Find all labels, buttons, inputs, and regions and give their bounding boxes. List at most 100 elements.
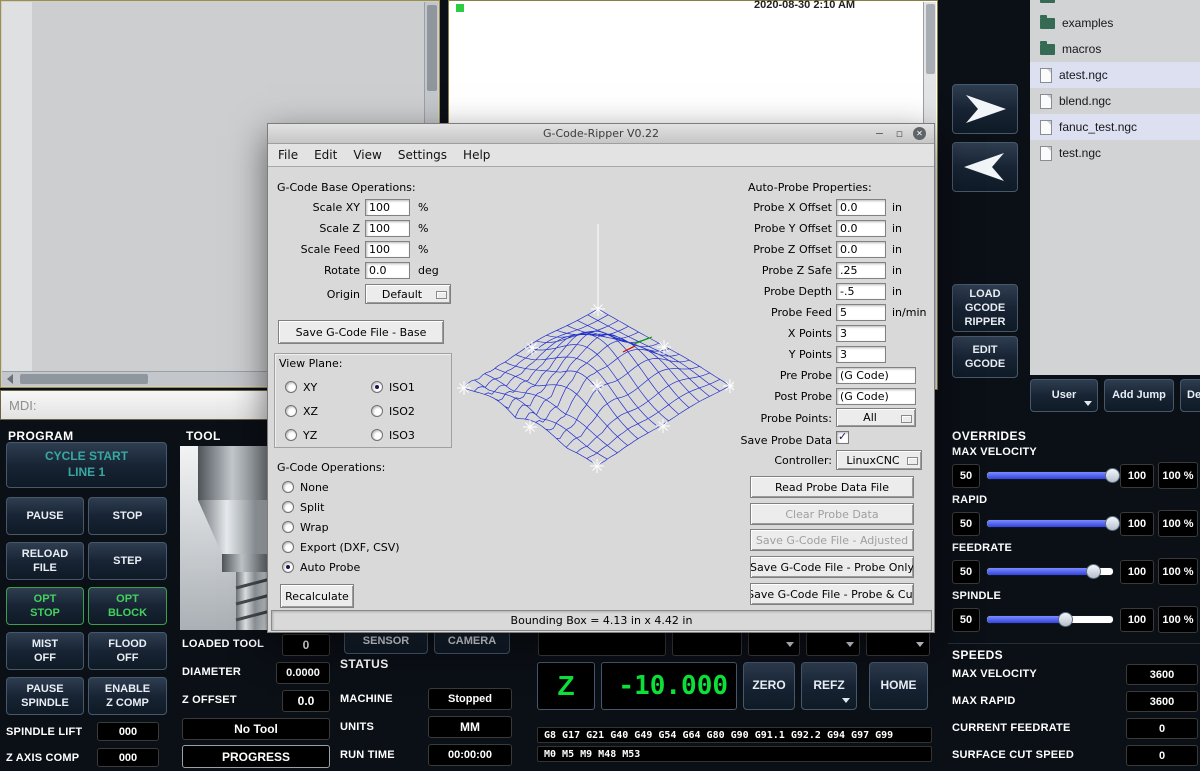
probe-y-offset-input[interactable]: 0.0 bbox=[836, 220, 886, 237]
x-points-value: 3 bbox=[840, 327, 847, 340]
file-item[interactable]: blend.ngc bbox=[1030, 88, 1200, 114]
radio-none[interactable] bbox=[282, 481, 294, 493]
save-adjusted-button[interactable]: Save G-Code File - Adjusted bbox=[750, 529, 914, 551]
minimize-button[interactable]: − bbox=[873, 127, 886, 140]
radio-wrap[interactable] bbox=[282, 521, 294, 533]
override-min-button[interactable]: 50 bbox=[952, 560, 980, 584]
probe-z-safe-input[interactable]: .25 bbox=[836, 262, 886, 279]
feedrate-slider[interactable] bbox=[986, 567, 1114, 576]
override-min-button[interactable]: 50 bbox=[952, 608, 980, 632]
pause-button[interactable]: PAUSE bbox=[6, 497, 84, 535]
hscroll-thumb[interactable] bbox=[20, 374, 148, 384]
slider-handle[interactable] bbox=[1086, 564, 1101, 579]
menu-edit[interactable]: Edit bbox=[306, 146, 345, 164]
editor-timestamp: 2020-08-30 2:10 AM bbox=[754, 0, 855, 11]
file-item[interactable]: atest.ngc bbox=[1030, 62, 1200, 88]
file-browser[interactable]: examples macros atest.ngc blend.ngc fanu… bbox=[1030, 0, 1200, 375]
edit-gcode-button[interactable]: EDIT GCODE bbox=[952, 336, 1018, 378]
rotate-unit: deg bbox=[418, 264, 439, 277]
recalculate-button[interactable]: Recalculate bbox=[280, 584, 354, 608]
save-probe-only-button[interactable]: Save G-Code File - Probe Only bbox=[750, 556, 914, 578]
slider-handle[interactable] bbox=[1105, 468, 1120, 483]
load-gcode-ripper-button[interactable]: LOAD GCODE RIPPER bbox=[952, 284, 1018, 332]
save-base-button[interactable]: Save G-Code File - Base bbox=[278, 320, 444, 344]
opt-stop-button[interactable]: OPT STOP bbox=[6, 587, 84, 625]
reload-file-button[interactable]: RELOAD FILE bbox=[6, 542, 84, 580]
override-min-button[interactable]: 50 bbox=[952, 464, 980, 488]
stop-button[interactable]: STOP bbox=[88, 497, 167, 535]
radio-split[interactable] bbox=[282, 501, 294, 513]
probe-x-offset-input[interactable]: 0.0 bbox=[836, 199, 886, 216]
file-item[interactable]: examples bbox=[1030, 10, 1200, 36]
slider-handle[interactable] bbox=[1105, 516, 1120, 531]
menu-file[interactable]: File bbox=[270, 146, 306, 164]
menu-view[interactable]: View bbox=[345, 146, 389, 164]
probe-z-offset-input[interactable]: 0.0 bbox=[836, 241, 886, 258]
menu-settings[interactable]: Settings bbox=[390, 146, 455, 164]
radio-iso3[interactable] bbox=[371, 429, 383, 441]
maximize-button[interactable]: ▫ bbox=[893, 127, 906, 140]
radio-export[interactable] bbox=[282, 541, 294, 553]
probe-depth-input[interactable]: -.5 bbox=[836, 283, 886, 300]
radio-auto-probe[interactable] bbox=[282, 561, 294, 573]
controller-dropdown[interactable]: LinuxCNC bbox=[836, 450, 922, 470]
rotate-input[interactable]: 0.0 bbox=[365, 262, 410, 279]
clear-probe-data-button[interactable]: Clear Probe Data bbox=[750, 503, 914, 525]
add-jump-button[interactable]: Add Jump bbox=[1104, 379, 1174, 412]
scale-z-input[interactable]: 100 bbox=[365, 220, 410, 237]
radio-xz[interactable] bbox=[285, 405, 297, 417]
file-item-partial[interactable] bbox=[1030, 0, 1200, 10]
probe-feed-input[interactable]: 5 bbox=[836, 304, 886, 321]
nav-back-button[interactable] bbox=[952, 142, 1018, 192]
close-button[interactable]: ✕ bbox=[913, 127, 926, 140]
y-points-input[interactable]: 3 bbox=[836, 346, 886, 363]
radio-iso2[interactable] bbox=[371, 405, 383, 417]
partial-button[interactable]: De bbox=[1180, 379, 1200, 412]
save-probe-data-checkbox[interactable] bbox=[836, 431, 849, 444]
file-item[interactable]: macros bbox=[1030, 36, 1200, 62]
opt-block-button[interactable]: OPT BLOCK bbox=[88, 587, 167, 625]
step-button[interactable]: STEP bbox=[88, 542, 167, 580]
file-item[interactable]: fanuc_test.ngc bbox=[1030, 114, 1200, 140]
radio-xy[interactable] bbox=[285, 381, 297, 393]
folder-icon bbox=[1040, 18, 1055, 29]
enable-z-comp-button[interactable]: ENABLE Z COMP bbox=[88, 677, 167, 715]
override-max-button[interactable]: 100 bbox=[1120, 512, 1154, 536]
mist-button[interactable]: MIST OFF bbox=[6, 632, 84, 670]
x-points-input[interactable]: 3 bbox=[836, 325, 886, 342]
cycle-start-button[interactable]: CYCLE START LINE 1 bbox=[6, 442, 167, 488]
pre-probe-input[interactable]: (G Code) bbox=[836, 367, 916, 384]
home-button[interactable]: HOME bbox=[869, 662, 928, 710]
radio-yz[interactable] bbox=[285, 429, 297, 441]
override-max-button[interactable]: 100 bbox=[1120, 560, 1154, 584]
read-probe-data-button[interactable]: Read Probe Data File bbox=[750, 476, 914, 498]
pause-spindle-button[interactable]: PAUSE SPINDLE bbox=[6, 677, 84, 715]
probe-points-dropdown[interactable]: All bbox=[836, 408, 916, 427]
nav-forward-button[interactable] bbox=[952, 84, 1018, 134]
refz-button[interactable]: REFZ bbox=[801, 662, 857, 710]
gcode-plot-canvas[interactable] bbox=[456, 176, 734, 604]
user-menu-button[interactable]: User bbox=[1030, 379, 1098, 412]
save-probe-cut-button[interactable]: Save G-Code File - Probe & Cut bbox=[750, 583, 914, 605]
editor-scroll-thumb[interactable] bbox=[926, 4, 935, 74]
scale-feed-input[interactable]: 100 bbox=[365, 241, 410, 258]
dialog-titlebar[interactable]: G-Code-Ripper V0.22 − ▫ ✕ bbox=[268, 124, 934, 144]
override-max-button[interactable]: 100 bbox=[1120, 608, 1154, 632]
override-min-button[interactable]: 50 bbox=[952, 512, 980, 536]
zero-button[interactable]: ZERO bbox=[743, 662, 795, 710]
slider-handle[interactable] bbox=[1058, 612, 1073, 627]
post-probe-input[interactable]: (G Code) bbox=[836, 388, 916, 405]
scale-xy-input[interactable]: 100 bbox=[365, 199, 410, 216]
origin-label: Origin bbox=[268, 288, 360, 301]
rapid-slider[interactable] bbox=[986, 519, 1114, 528]
file-item[interactable]: test.ngc bbox=[1030, 140, 1200, 166]
vscroll-thumb[interactable] bbox=[427, 5, 437, 91]
override-max-button[interactable]: 100 bbox=[1120, 464, 1154, 488]
menu-help[interactable]: Help bbox=[455, 146, 498, 164]
max-velocity-slider[interactable] bbox=[986, 471, 1114, 480]
origin-dropdown[interactable]: Default bbox=[365, 284, 451, 304]
radio-iso1[interactable] bbox=[371, 381, 383, 393]
scroll-left-arrow-icon[interactable] bbox=[7, 374, 13, 384]
flood-button[interactable]: FLOOD OFF bbox=[88, 632, 167, 670]
spindle-slider[interactable] bbox=[986, 615, 1114, 624]
